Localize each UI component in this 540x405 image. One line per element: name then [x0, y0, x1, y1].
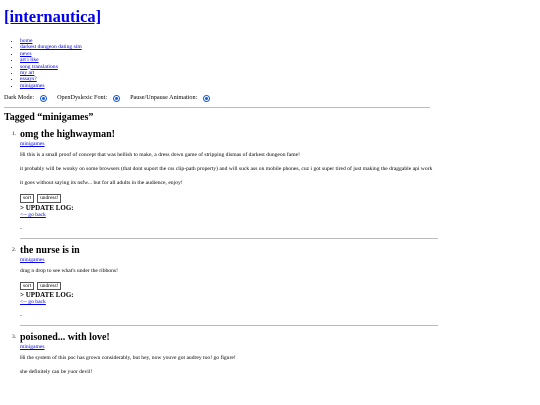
nav-link-minigames[interactable]: minigames — [20, 83, 45, 89]
nav-link-song-translations[interactable]: song translations — [20, 64, 58, 70]
post-paragraph: it probably will be wonky on some browse… — [20, 166, 433, 173]
post-paragraph: she definitely can be yuor devil! — [20, 369, 93, 376]
site-title: [internautica] — [4, 8, 540, 26]
update-log-heading: > UPDATE LOG: — [20, 203, 74, 212]
nav-item-minigames: minigames — [20, 83, 540, 89]
dark-mode-label: Dark Mode: — [4, 94, 35, 102]
post-tag-link[interactable]: minigames — [20, 141, 540, 147]
nav-link-dating-sim[interactable]: darkest dungeon dating sim — [20, 44, 82, 50]
post-item: 3. poisoned... with love! minigames Hi t… — [4, 332, 540, 375]
undress-button[interactable]: undress! — [37, 281, 62, 291]
dyslexic-font-label: OpenDyslexic Font: — [57, 94, 108, 102]
go-back-link[interactable]: <-- go back — [20, 299, 540, 305]
page-heading: Tagged “minigames” — [4, 112, 94, 124]
dyslexic-font-radio[interactable] — [113, 94, 121, 102]
post-dash: - — [20, 225, 22, 232]
sort-button[interactable]: sort — [20, 194, 35, 203]
post-number: 1. — [12, 131, 17, 138]
dark-mode-radio[interactable] — [40, 94, 48, 102]
post-tag-link[interactable]: minigames — [20, 344, 540, 350]
post-divider — [20, 237, 438, 239]
game-controls: sort undress! — [20, 281, 540, 291]
nav-link-essays[interactable]: essays? — [20, 76, 37, 82]
post-paragraph: Hi the system of this poc has grown cons… — [20, 355, 236, 362]
post-list: 1. omg the highwayman! minigames Hi this… — [4, 129, 540, 375]
animation-toggle: Pause/Unpause Animation: — [130, 94, 211, 102]
post-title: poisoned... with love! — [20, 332, 110, 344]
game-controls: sort undress! — [20, 194, 540, 203]
dark-mode-toggle: Dark Mode: — [4, 94, 48, 102]
main-nav: home darkest dungeon dating sim news art… — [4, 38, 540, 89]
sort-button[interactable]: sort — [20, 281, 35, 291]
post-number: 2. — [12, 246, 17, 253]
post-paragraph: drag n drop to see what's under the ribb… — [20, 267, 118, 274]
go-back-link[interactable]: <-- go back — [20, 212, 540, 218]
post-divider — [20, 325, 438, 327]
header-divider — [4, 107, 430, 109]
post-title: omg the highwayman! — [20, 129, 116, 141]
nav-link-news[interactable]: news — [20, 51, 32, 57]
post-item: 2. the nurse is in minigames drag n drop… — [4, 245, 540, 327]
update-log-heading: > UPDATE LOG: — [20, 291, 74, 300]
post-paragraph: Hi this is a small proof of concept that… — [20, 152, 300, 159]
undress-button[interactable]: undress! — [37, 194, 62, 203]
animation-radio[interactable] — [203, 94, 211, 102]
post-title: the nurse is in — [20, 244, 80, 256]
nav-link-my-art[interactable]: my art — [20, 70, 34, 76]
nav-link-art-i-like[interactable]: art i like — [20, 57, 39, 63]
post-dash: - — [20, 313, 22, 320]
site-title-link[interactable]: [internautica] — [4, 7, 101, 26]
dyslexic-font-toggle: OpenDyslexic Font: — [57, 94, 121, 102]
post-item: 1. omg the highwayman! minigames Hi this… — [4, 129, 540, 239]
nav-link-home[interactable]: home — [20, 38, 32, 44]
post-number: 3. — [12, 334, 17, 341]
animation-label: Pause/Unpause Animation: — [130, 94, 198, 102]
post-tag-link[interactable]: minigames — [20, 257, 540, 263]
settings-toggles: Dark Mode: OpenDyslexic Font: Pause/Unpa… — [4, 94, 540, 102]
post-paragraph: it goes without saying its nsfw... but f… — [20, 180, 183, 187]
